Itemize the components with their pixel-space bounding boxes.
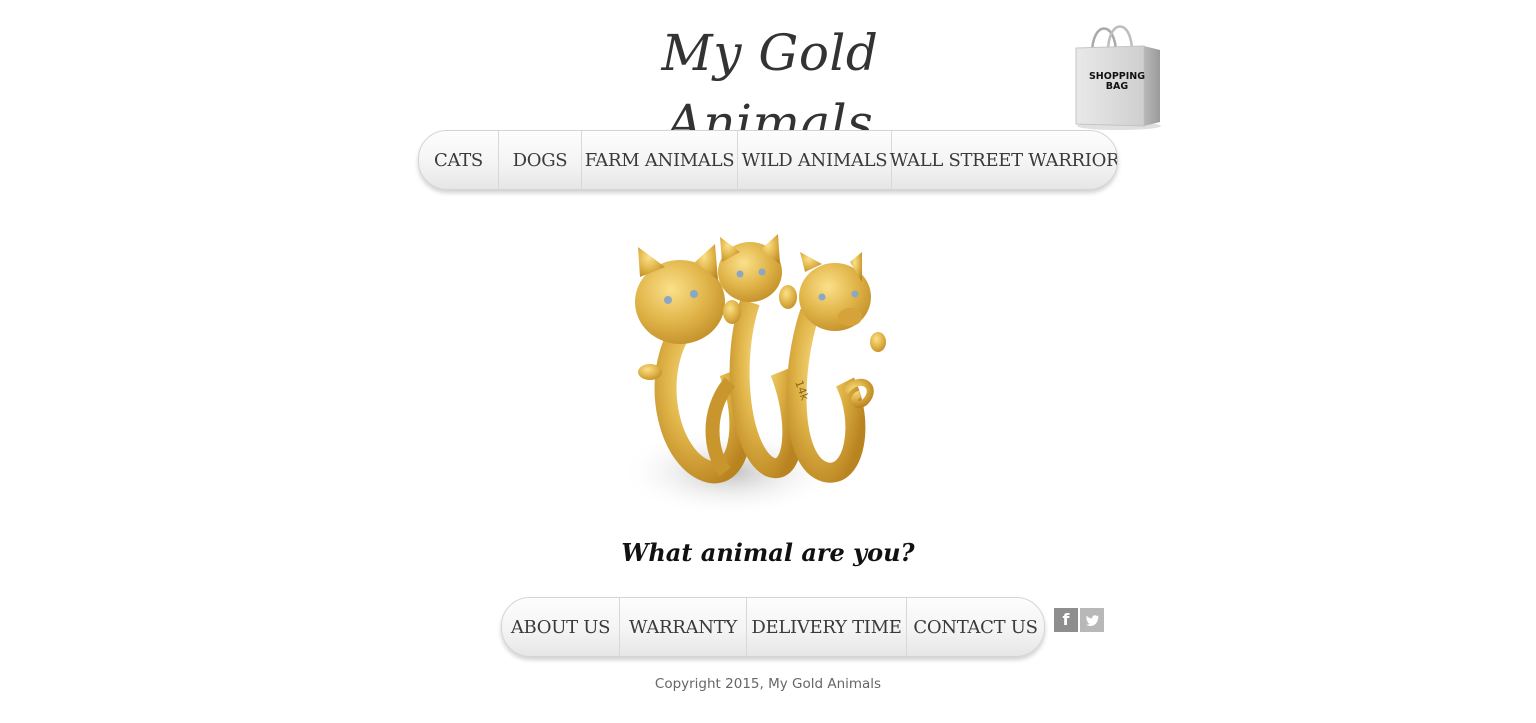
shopping-bag-label: SHOPPING BAG xyxy=(1088,71,1146,92)
nav-item-wild-animals[interactable]: WILD ANIMALS xyxy=(738,131,892,189)
footer-item-delivery-time[interactable]: DELIVERY TIME xyxy=(747,598,907,656)
twitter-icon[interactable] xyxy=(1080,608,1104,632)
site-logo[interactable]: My Gold Animals xyxy=(560,18,980,152)
shopping-bag-button[interactable]: SHOPPING BAG xyxy=(1072,20,1166,132)
footer-item-about-us[interactable]: ABOUT US xyxy=(502,598,620,656)
nav-item-wall-street-warrior[interactable]: WALL STREET WARRIOR xyxy=(890,131,1117,189)
copyright-text: Copyright 2015, My Gold Animals xyxy=(654,676,882,692)
nav-item-farm-animals[interactable]: FARM ANIMALS xyxy=(582,131,738,189)
footer-item-contact-us[interactable]: CONTACT US xyxy=(907,598,1044,656)
nav-item-dogs[interactable]: DOGS xyxy=(499,131,582,189)
tagline: What animal are you? xyxy=(621,538,915,567)
footer-item-warranty[interactable]: WARRANTY xyxy=(620,598,747,656)
main-nav: CATS DOGS FARM ANIMALS WILD ANIMALS WALL… xyxy=(418,130,1118,190)
nav-item-cats[interactable]: CATS xyxy=(419,131,499,189)
facebook-glyph: f xyxy=(1062,610,1070,629)
hero-image-gold-animal-rings[interactable]: 14k xyxy=(610,222,920,522)
facebook-icon[interactable]: f xyxy=(1054,608,1078,632)
footer-nav: ABOUT US WARRANTY DELIVERY TIME CONTACT … xyxy=(501,597,1045,657)
